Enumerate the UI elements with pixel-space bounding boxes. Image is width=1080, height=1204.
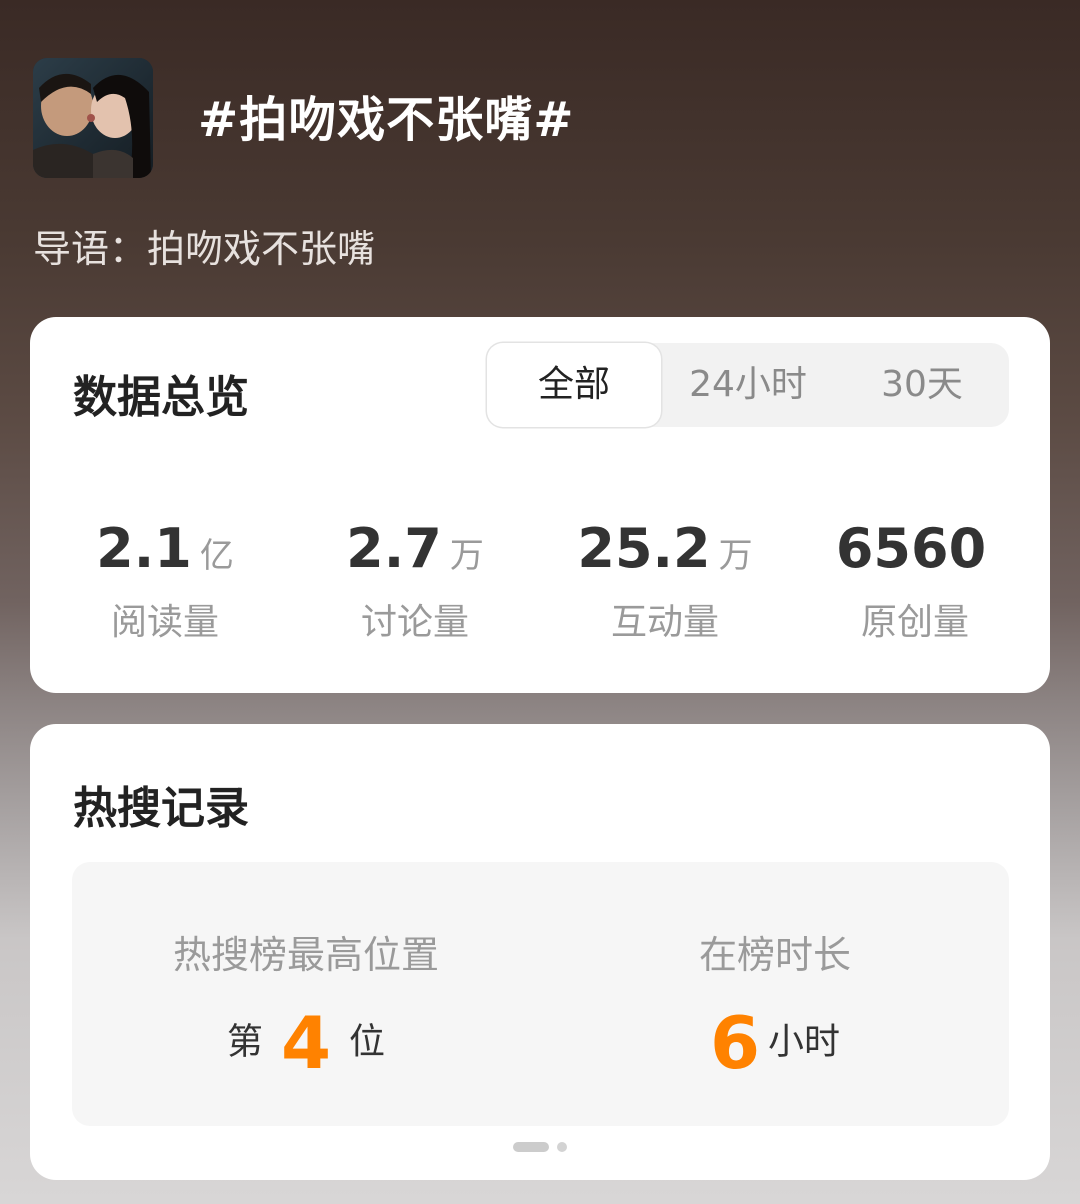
- duration-block: 在榜时长 6 小时: [541, 862, 1009, 1126]
- topic-title: #拍吻戏不张嘴#: [198, 92, 575, 148]
- data-overview-title: 数据总览: [73, 372, 249, 423]
- best-rank-block: 热搜榜最高位置 第4位: [72, 862, 540, 1126]
- stat-originals-value: 6560: [835, 517, 987, 580]
- stat-interactions-label: 互动量: [610, 602, 719, 643]
- tab-30-days[interactable]: 30天: [835, 343, 1009, 427]
- stat-discussions-value: 2.7: [346, 517, 442, 580]
- duration-label: 在榜时长: [698, 933, 851, 977]
- hot-search-panel[interactable]: 热搜榜最高位置 第4位 在榜时长 6 小时: [72, 862, 1009, 1126]
- topic-intro: 导语：拍吻戏不张嘴: [33, 227, 376, 271]
- stat-interactions-unit: 万: [718, 536, 753, 576]
- tab-all[interactable]: 全部: [487, 343, 661, 427]
- page-indicator[interactable]: [30, 1136, 1050, 1152]
- stat-discussions: 2.7 万 讨论量: [295, 517, 535, 645]
- duration-suffix: 小时: [768, 1021, 841, 1063]
- hot-search-title: 热搜记录: [73, 783, 249, 834]
- topic-thumbnail[interactable]: [33, 58, 153, 178]
- stat-discussions-label: 讨论量: [360, 602, 469, 643]
- best-rank-label: 热搜榜最高位置: [172, 933, 439, 977]
- data-overview-card: 数据总览 全部 24小时 30天 2.1 亿 阅读量 2.7 万 讨论量 25.2 万…: [30, 317, 1050, 693]
- time-range-segmented-control: 全部 24小时 30天: [487, 343, 1009, 427]
- stat-reads-unit: 亿: [199, 536, 234, 576]
- stat-reads-label: 阅读量: [110, 602, 219, 643]
- best-rank-value: 第4位: [72, 1000, 540, 1085]
- stat-interactions-value: 25.2: [577, 517, 711, 580]
- stat-discussions-unit: 万: [449, 536, 484, 576]
- stat-originals: 6560 原创量: [795, 517, 1035, 645]
- best-rank-number: 4: [280, 1000, 332, 1085]
- tab-24-hours[interactable]: 24小时: [661, 343, 835, 427]
- page-dot-active: [513, 1141, 549, 1152]
- duration-number: 6: [709, 1000, 761, 1085]
- stat-reads-value: 2.1: [96, 517, 192, 580]
- best-rank-prefix: 第: [226, 1021, 263, 1063]
- topic-thumbnail-image: [33, 58, 153, 178]
- duration-value: 6 小时: [541, 1000, 1009, 1085]
- page-dot: [557, 1141, 567, 1152]
- stat-reads: 2.1 亿 阅读量: [45, 517, 285, 645]
- hot-search-card: 热搜记录 热搜榜最高位置 第4位 在榜时长 6 小时: [30, 724, 1050, 1180]
- best-rank-suffix: 位: [349, 1021, 386, 1063]
- stat-interactions: 25.2 万 互动量: [545, 517, 785, 645]
- topic-header: #拍吻戏不张嘴# 导语：拍吻戏不张嘴: [0, 0, 1080, 310]
- stat-originals-label: 原创量: [860, 602, 969, 643]
